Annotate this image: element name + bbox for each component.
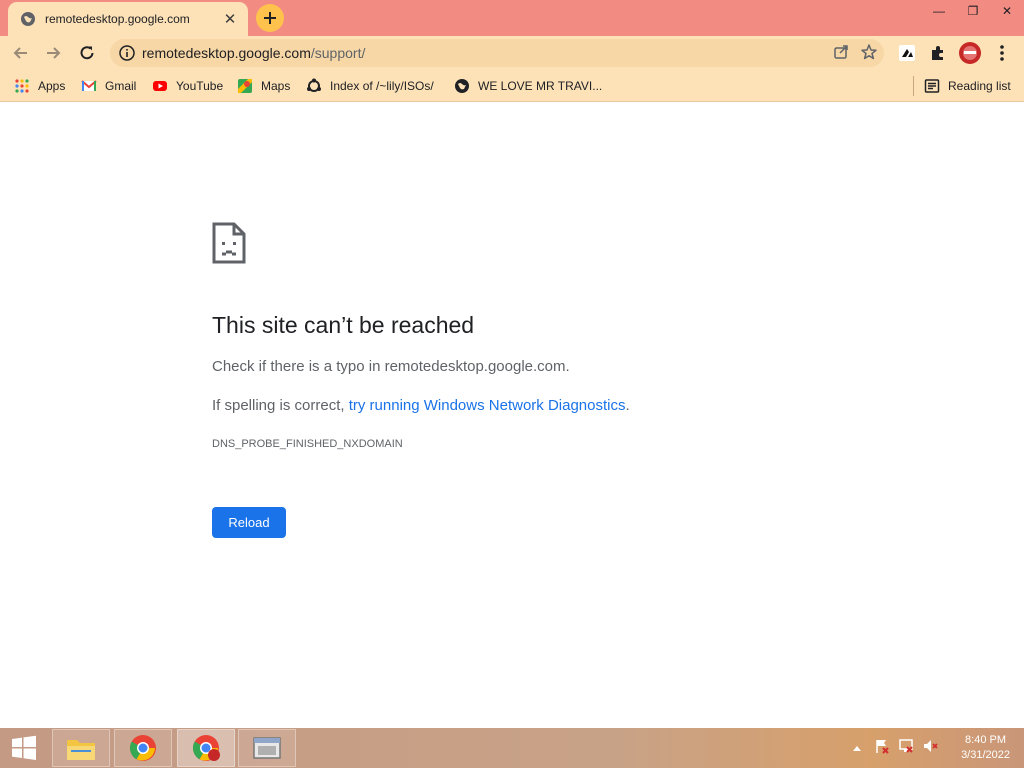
title-bar: remotedesktop.google.com ✕ — ❐ ✕ — [0, 0, 1024, 36]
bookmark-youtube[interactable]: YouTube — [152, 76, 223, 96]
taskbar-app[interactable] — [238, 729, 296, 767]
puzzle-icon[interactable] — [925, 40, 951, 66]
forward-button[interactable] — [38, 38, 68, 68]
start-button[interactable] — [0, 728, 48, 768]
new-tab-button[interactable] — [256, 4, 284, 32]
reading-list-button[interactable]: Reading list — [924, 76, 1011, 96]
tab-close-icon[interactable]: ✕ — [222, 11, 238, 28]
bookmark-index-isos[interactable]: Index of /~lily/ISOs/ — [306, 76, 434, 96]
bookmarks-divider — [913, 76, 914, 96]
diagnostics-prefix: If spelling is correct, — [212, 397, 349, 414]
bookmark-label: Maps — [261, 79, 291, 93]
clock-date: 3/31/2022 — [961, 749, 1010, 761]
bookmark-gmail[interactable]: Gmail — [81, 76, 136, 96]
folder-icon — [67, 740, 95, 760]
reading-list-icon — [924, 78, 940, 94]
sad-page-icon — [212, 222, 246, 264]
taskbar-clock[interactable]: 8:40 PM 3/31/2022 — [961, 733, 1010, 763]
close-window-button[interactable]: ✕ — [990, 0, 1024, 22]
bookmark-label: Gmail — [105, 79, 137, 93]
error-suggestion-diagnostics: If spelling is correct, try running Wind… — [212, 397, 630, 414]
bookmark-apps[interactable]: Apps — [14, 76, 65, 96]
bookmark-maps[interactable]: Maps — [237, 76, 290, 96]
bookmark-label: Index of /~lily/ISOs/ — [330, 79, 434, 93]
menu-kebab-icon[interactable] — [989, 40, 1015, 66]
taskbar-file-explorer[interactable] — [52, 729, 110, 767]
taskbar: 8:40 PM 3/31/2022 — [0, 728, 1024, 768]
windows-logo-icon — [12, 735, 36, 760]
apps-grid-icon — [14, 78, 30, 94]
error-suggestion-typo: Check if there is a typo in remotedeskto… — [212, 358, 570, 375]
window-controls: — ❐ ✕ — [922, 0, 1024, 22]
browser-tab[interactable]: remotedesktop.google.com ✕ — [8, 2, 248, 36]
back-button[interactable] — [6, 38, 36, 68]
show-hidden-icons-icon[interactable] — [852, 739, 862, 757]
plus-icon — [264, 12, 276, 24]
chrome-profile-icon — [192, 735, 220, 761]
arrow-left-icon — [13, 47, 27, 59]
globe-icon — [454, 78, 470, 94]
window-app-icon — [253, 737, 281, 759]
page-content: This site can’t be reached Check if ther… — [0, 103, 1024, 728]
restore-button[interactable]: ❐ — [956, 0, 990, 22]
network-diagnostics-link[interactable]: try running Windows Network Diagnostics — [349, 397, 626, 414]
arrow-right-icon — [47, 47, 61, 59]
bookmarks-bar: Apps Gmail YouTube Maps Index of /~lily/… — [0, 70, 1024, 102]
bookmark-label: YouTube — [176, 79, 224, 93]
extension-icon[interactable] — [894, 40, 920, 66]
system-tray — [852, 728, 938, 768]
url-text: remotedesktop.google.com/support/ — [142, 45, 365, 61]
error-title: This site can’t be reached — [212, 312, 475, 338]
network-icon[interactable] — [898, 738, 914, 759]
profile-avatar[interactable] — [957, 40, 983, 66]
action-center-flag-icon[interactable] — [874, 738, 890, 759]
gmail-icon — [81, 78, 97, 94]
site-info-icon[interactable] — [118, 44, 136, 62]
reload-icon — [80, 46, 94, 60]
url-host: remotedesktop.google.com — [142, 45, 311, 61]
volume-muted-icon[interactable] — [922, 738, 938, 759]
bookmark-label: Apps — [38, 79, 66, 93]
taskbar-chrome-1[interactable] — [114, 729, 172, 767]
error-code: DNS_PROBE_FINISHED_NXDOMAIN — [212, 438, 403, 450]
youtube-icon — [152, 78, 168, 94]
chrome-icon — [129, 735, 156, 761]
bookmark-we-love-mr-travi[interactable]: WE LOVE MR TRAVI... — [454, 76, 602, 96]
clock-time: 8:40 PM — [965, 734, 1007, 746]
ubuntu-icon — [306, 78, 322, 94]
maps-icon — [237, 78, 253, 94]
bookmark-label: WE LOVE MR TRAVI... — [478, 79, 603, 93]
reload-toolbar-button[interactable] — [72, 38, 102, 68]
tab-title: remotedesktop.google.com — [45, 12, 190, 26]
url-path: /support/ — [310, 45, 366, 61]
taskbar-chrome-2[interactable] — [177, 729, 235, 767]
toolbar: remotedesktop.google.com/support/ — [0, 36, 1024, 70]
reading-list-label: Reading list — [948, 79, 1011, 93]
share-icon[interactable] — [832, 43, 850, 66]
diagnostics-suffix: . — [625, 397, 630, 414]
reload-button[interactable]: Reload — [212, 507, 286, 538]
minimize-button[interactable]: — — [922, 0, 956, 22]
globe-icon — [20, 11, 36, 27]
bookmark-star-icon[interactable] — [860, 43, 878, 66]
address-bar[interactable]: remotedesktop.google.com/support/ — [110, 39, 884, 67]
